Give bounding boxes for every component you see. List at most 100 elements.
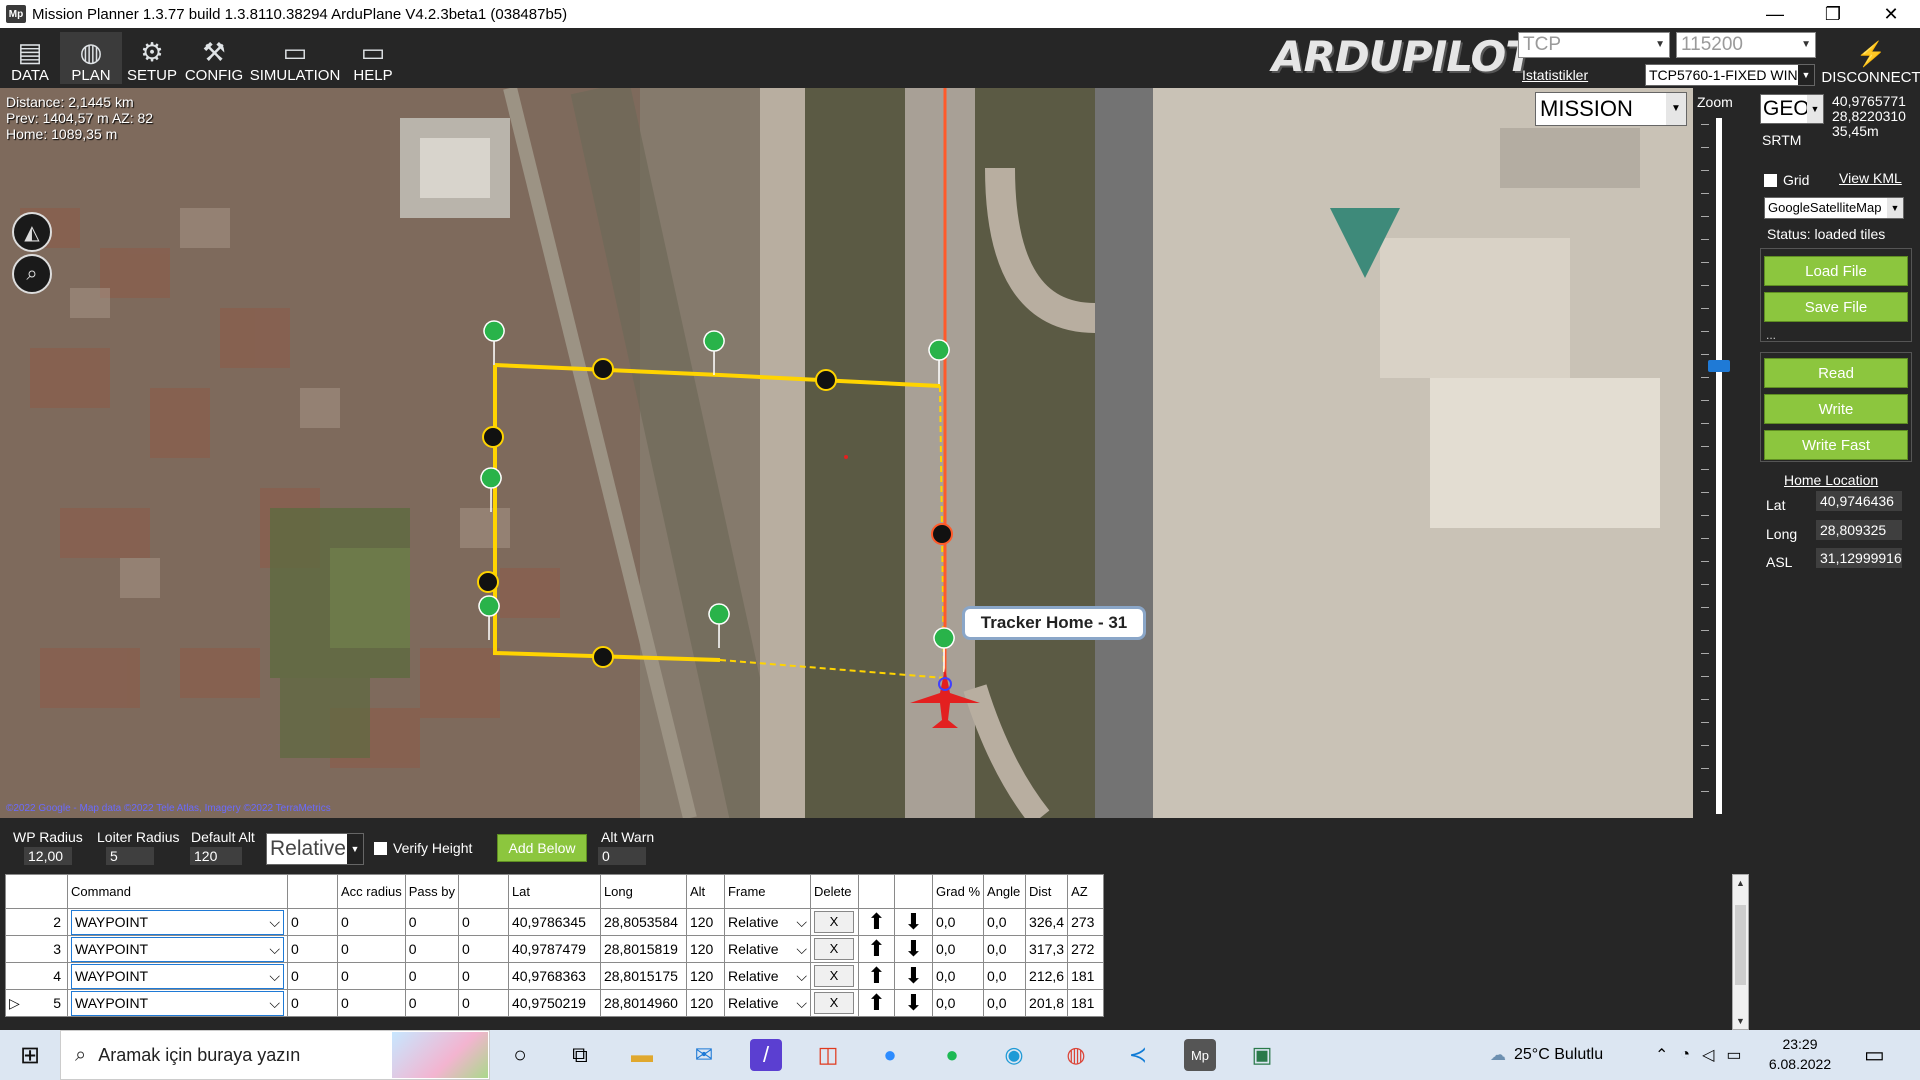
param4-cell[interactable]: 0 [457, 935, 509, 963]
toolbar-simulation-button[interactable]: ▭ SIMULATION [250, 32, 341, 84]
command-cell[interactable]: WAYPOINT ⌵ [67, 962, 288, 990]
zoom-icon[interactable]: ● [874, 1039, 906, 1071]
delete-row-button[interactable]: X [813, 911, 854, 933]
load-file-button[interactable]: Load File [1764, 256, 1908, 286]
table-row[interactable]: 2 WAYPOINT ⌵ 0 0 0 0 40,9786345 28,805358… [5, 908, 1105, 936]
move-down-cell[interactable]: ⬇ [893, 908, 933, 936]
loiter-radius-input[interactable]: 5 [106, 847, 154, 865]
command-cell[interactable]: WAYPOINT ⌵ [67, 935, 288, 963]
pass-by-cell[interactable]: 0 [404, 962, 459, 990]
map-ruler-button[interactable]: ◭ [12, 212, 52, 252]
param4-cell[interactable]: 0 [457, 989, 509, 1017]
coord-format-select[interactable]: GEO ▼ [1760, 94, 1824, 124]
spotify-icon[interactable]: ● [936, 1039, 968, 1071]
toolbar-data-button[interactable]: ▤ DATA [4, 32, 56, 84]
map-view[interactable] [0, 88, 1693, 818]
write-fast-button[interactable]: Write Fast [1764, 430, 1908, 460]
flight-mode-select[interactable]: MISSION ▼ [1535, 92, 1687, 126]
pass-by-cell[interactable]: 0 [404, 989, 459, 1017]
param4-cell[interactable]: 0 [457, 962, 509, 990]
alt-cell[interactable]: 120 [685, 962, 725, 990]
view-kml-link[interactable]: View KML [1839, 170, 1902, 186]
param1-cell[interactable]: 0 [287, 935, 338, 963]
minimize-button[interactable]: — [1746, 0, 1804, 28]
move-down-cell[interactable]: ⬇ [893, 989, 933, 1017]
cortana-icon[interactable]: ○ [504, 1039, 536, 1071]
home-asl-input[interactable]: 31,12999916 [1816, 548, 1902, 568]
write-wps-button[interactable]: Write [1764, 394, 1908, 424]
mission-planner-icon[interactable]: Mp [1184, 1039, 1216, 1071]
port-select[interactable]: TCP ▼ [1518, 32, 1670, 58]
taskbar-clock[interactable]: 23:29 6.08.2022 [1760, 1034, 1840, 1074]
acc-radius-cell[interactable]: 0 [337, 935, 406, 963]
move-down-cell[interactable]: ⬇ [893, 935, 933, 963]
delete-row-button[interactable]: X [813, 992, 854, 1014]
toolbar-plan-button[interactable]: ◍ PLAN [60, 32, 122, 84]
long-cell[interactable]: 28,8053584 [599, 908, 687, 936]
move-up-cell[interactable]: ⬆ [857, 935, 895, 963]
vscode-icon[interactable]: ≺ [1122, 1039, 1154, 1071]
close-button[interactable]: ✕ [1862, 0, 1920, 28]
default-alt-input[interactable]: 120 [190, 847, 242, 865]
alt-cell[interactable]: 120 [685, 908, 725, 936]
frame-cell[interactable]: Relative ⌵ [723, 908, 811, 936]
frame-cell[interactable]: Relative ⌵ [723, 962, 811, 990]
home-location-link[interactable]: Home Location [1784, 472, 1878, 488]
statistics-link[interactable]: Istatistikler [1522, 67, 1588, 83]
long-cell[interactable]: 28,8015819 [599, 935, 687, 963]
frame-cell[interactable]: Relative ⌵ [723, 935, 811, 963]
map-type-select[interactable]: GoogleSatelliteMap ▼ [1764, 197, 1904, 219]
long-cell[interactable]: 28,8015175 [599, 962, 687, 990]
chrome-icon[interactable]: ◍ [1060, 1039, 1092, 1071]
map-zoom-tool-button[interactable]: ⌕ [12, 254, 52, 294]
acc-radius-cell[interactable]: 0 [337, 908, 406, 936]
move-up-cell[interactable]: ⬆ [857, 962, 895, 990]
scroll-down-icon[interactable]: ▼ [1733, 1013, 1748, 1029]
toolbar-setup-button[interactable]: ⚙ SETUP [126, 32, 178, 84]
frame-cell[interactable]: Relative ⌵ [723, 989, 811, 1017]
table-row[interactable]: 4 WAYPOINT ⌵ 0 0 0 0 40,9768363 28,801517… [5, 962, 1105, 990]
verify-height-checkbox[interactable]: Verify Height [374, 840, 472, 856]
tray-chevron-up-icon[interactable]: ⌃ [1655, 1045, 1668, 1065]
move-down-cell[interactable]: ⬇ [893, 962, 933, 990]
baud-select[interactable]: 115200 ▼ [1676, 32, 1816, 58]
link-select[interactable]: TCP5760-1-FIXED WIN ▼ [1645, 64, 1815, 86]
table-row[interactable]: 3 WAYPOINT ⌵ 0 0 0 0 40,9787479 28,801581… [5, 935, 1105, 963]
wifi-icon[interactable]: ◔ [1680, 1046, 1690, 1064]
battery-icon[interactable]: ▭ [1726, 1045, 1741, 1065]
wp-radius-input[interactable]: 12,00 [24, 847, 72, 865]
param1-cell[interactable]: 0 [287, 908, 338, 936]
file-explorer-icon[interactable]: ▬ [626, 1039, 658, 1071]
save-file-button[interactable]: Save File [1764, 292, 1908, 322]
alt-warn-input[interactable]: 0 [598, 847, 646, 865]
zoom-slider-track[interactable] [1716, 118, 1722, 814]
zoom-slider-thumb[interactable] [1708, 360, 1730, 372]
lat-cell[interactable]: 40,9786345 [507, 908, 601, 936]
home-long-input[interactable]: 28,809325 [1816, 520, 1902, 540]
scroll-up-icon[interactable]: ▲ [1733, 875, 1748, 891]
command-cell[interactable]: WAYPOINT ⌵ [67, 989, 288, 1017]
task-view-icon[interactable]: ⧉ [564, 1039, 596, 1071]
long-cell[interactable]: 28,8014960 [599, 989, 687, 1017]
visual-studio-icon[interactable]: / [750, 1039, 782, 1071]
move-up-cell[interactable]: ⬆ [857, 908, 895, 936]
lat-cell[interactable]: 40,9768363 [507, 962, 601, 990]
acc-radius-cell[interactable]: 0 [337, 989, 406, 1017]
pass-by-cell[interactable]: 0 [404, 908, 459, 936]
table-row[interactable]: ▷ 5 WAYPOINT ⌵ 0 0 0 0 40,9750219 28,80149… [5, 989, 1105, 1017]
toolbar-config-button[interactable]: ⚒ CONFIG [184, 32, 244, 84]
mail-icon[interactable]: ✉ [688, 1039, 720, 1071]
weather-widget[interactable]: ☁ 25°C Bulutlu [1490, 1030, 1603, 1080]
lat-cell[interactable]: 40,9787479 [507, 935, 601, 963]
param1-cell[interactable]: 0 [287, 989, 338, 1017]
acc-radius-cell[interactable]: 0 [337, 962, 406, 990]
alt-cell[interactable]: 120 [685, 935, 725, 963]
param4-cell[interactable]: 0 [457, 908, 509, 936]
edge-icon[interactable]: ◉ [998, 1039, 1030, 1071]
home-lat-input[interactable]: 40,9746436 [1816, 491, 1902, 511]
start-button[interactable]: ⊞ [0, 1030, 60, 1080]
delete-row-button[interactable]: X [813, 965, 854, 987]
maximize-button[interactable]: ❐ [1804, 0, 1862, 28]
alt-cell[interactable]: 120 [685, 989, 725, 1017]
move-up-cell[interactable]: ⬆ [857, 989, 895, 1017]
